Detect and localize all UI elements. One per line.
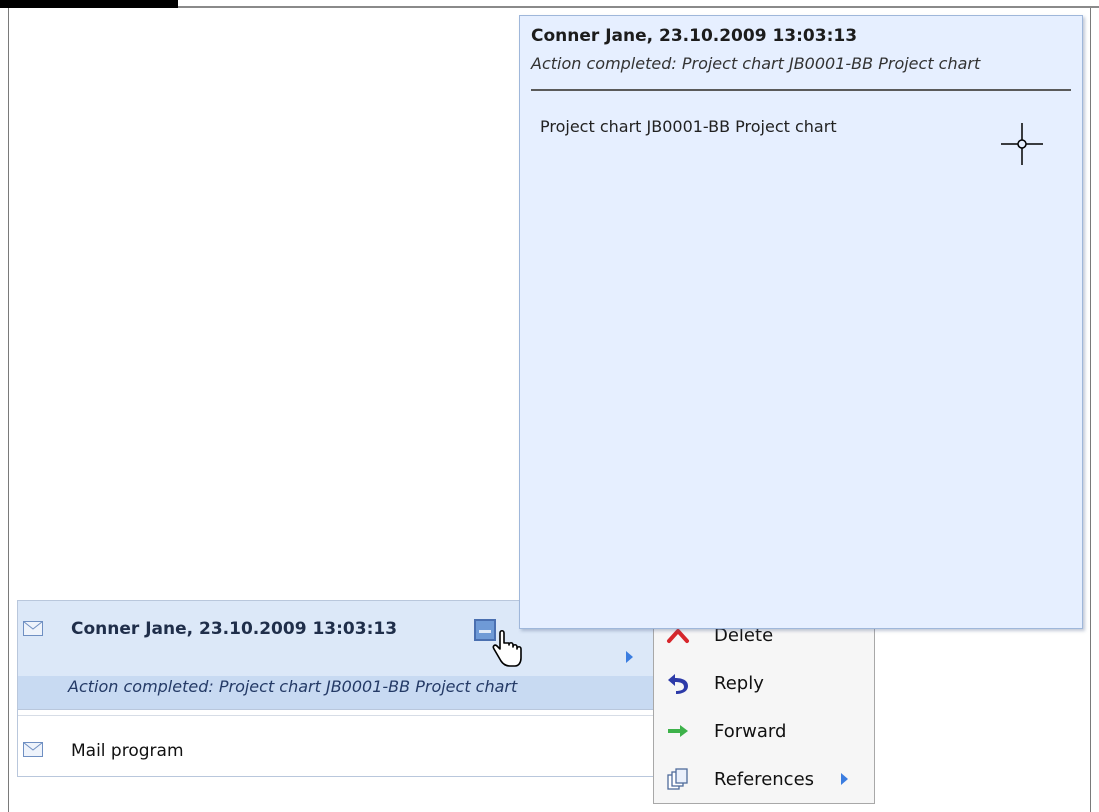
right-border [1090,8,1091,812]
message-title: Conner Jane, 23.10.2009 13:03:13 [71,619,398,639]
title-bar-fragment [0,0,178,8]
reply-icon [668,674,688,694]
hand-cursor-icon [492,629,522,667]
left-border [8,8,9,812]
popup-divider [531,89,1071,91]
popup-title: Conner Jane, 23.10.2009 13:03:13 [531,26,858,46]
context-menu: Delete Reply Forward References [653,602,875,804]
forward-icon [668,725,688,737]
submenu-arrow-icon[interactable] [626,651,633,663]
menu-item-label: References [714,769,815,790]
top-border [178,6,1099,8]
message-label: Mail program [71,741,184,761]
menu-item-forward[interactable]: Forward [654,709,874,753]
menu-item-label: Forward [714,721,787,742]
message-subtitle: Action completed: Project chart JB0001-B… [68,677,518,696]
menu-item-label: Reply [714,673,764,694]
popup-body: Project chart JB0001-BB Project chart [540,117,837,136]
envelope-icon [23,742,43,757]
menu-item-reply[interactable]: Reply [654,661,874,705]
references-icon [667,768,688,790]
window-top-strip [0,0,1099,8]
crosshair-cursor-icon [1001,123,1043,165]
message-item[interactable]: Mail program [18,715,658,772]
popup-subtitle: Action completed: Project chart JB0001-B… [531,54,981,73]
envelope-icon [23,621,43,636]
menu-item-references[interactable]: References [654,757,874,801]
submenu-arrow-icon [841,773,848,785]
message-preview-popup: Conner Jane, 23.10.2009 13:03:13 Action … [519,15,1083,629]
